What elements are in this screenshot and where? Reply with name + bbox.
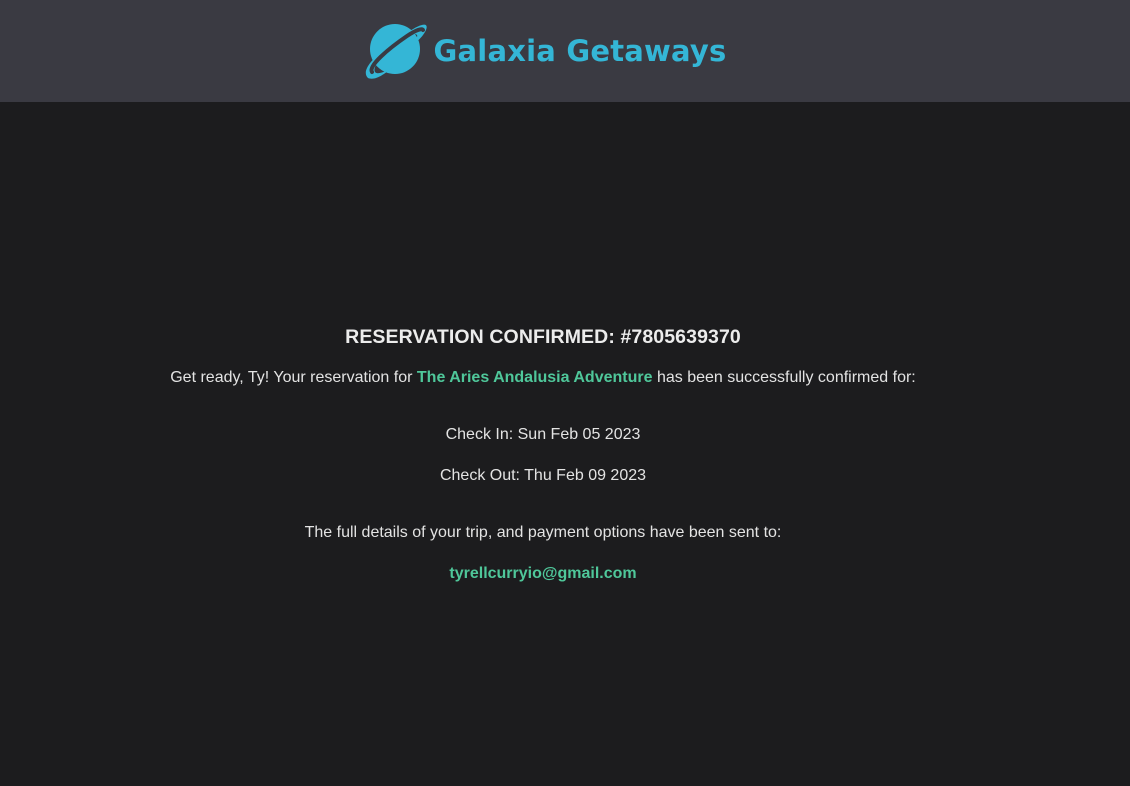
trip-name: The Aries Andalusia Adventure — [416, 369, 653, 386]
brand-logo-link[interactable]: Galaxia Getaways — [360, 14, 727, 88]
planet-icon — [360, 14, 428, 88]
stay-dates: Check In: Sun Feb 05 2023 Check Out: Thu… — [0, 425, 1086, 486]
confirmation-page: RESERVATION CONFIRMED: #7805639370 Get r… — [0, 102, 1130, 786]
confirmation-title: RESERVATION CONFIRMED: #7805639370 — [345, 326, 741, 348]
confirmation-email: tyrellcurryio@gmail.com — [449, 565, 637, 582]
brand-name: Galaxia Getaways — [433, 33, 727, 68]
confirmation-panel: RESERVATION CONFIRMED: #7805639370 Get r… — [0, 324, 1086, 584]
details-sent-message: The full details of your trip, and payme… — [304, 524, 782, 541]
confirmation-message: Get ready, Ty! Your reservation for The … — [0, 368, 1086, 388]
check-out-date: Check Out: Thu Feb 09 2023 — [439, 467, 647, 484]
site-header: Galaxia Getaways — [0, 0, 1130, 102]
intro-suffix: has been successfully confirmed for: — [656, 369, 916, 386]
check-in-date: Check In: Sun Feb 05 2023 — [445, 426, 641, 443]
intro-prefix: Get ready, Ty! Your reservation for — [170, 369, 413, 386]
